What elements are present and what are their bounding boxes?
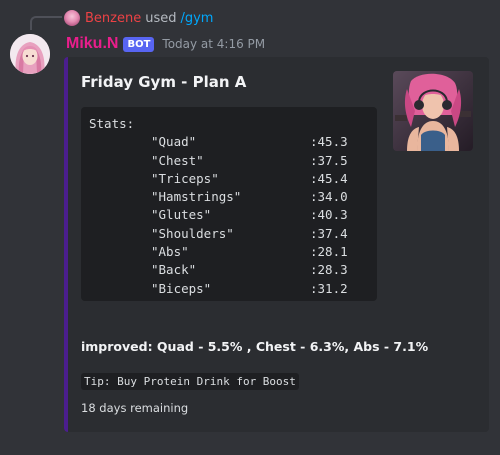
reply-user-avatar[interactable] [64, 10, 80, 26]
reply-connector [30, 16, 62, 30]
gym-embed: Friday Gym - Plan A Stats: "Quad":45.3 … [64, 57, 489, 432]
reply-username[interactable]: Benzene [85, 11, 141, 26]
stat-value: :40.3 [310, 207, 348, 223]
stat-value: :28.1 [310, 244, 348, 260]
stat-row: "Chest" :37.5 [89, 152, 377, 170]
stat-name: "Glutes" [151, 207, 212, 223]
slash-command-link[interactable]: /gym [180, 11, 213, 26]
bot-avatar[interactable] [10, 34, 50, 74]
chat-message-view: Benzene used /gym Miku.N BOT Today at 4:… [0, 0, 500, 455]
stat-name: "Hamstrings" [151, 189, 242, 205]
stat-name: "Back" [151, 262, 197, 278]
stat-row: "Biceps" :31.2 [89, 280, 377, 298]
stat-value: :37.4 [310, 225, 348, 241]
stat-value: :31.2 [310, 280, 348, 296]
stat-row: "Triceps" :45.4 [89, 170, 377, 188]
stats-heading: Stats: [89, 116, 135, 131]
tip-code: Tip: Buy Protein Drink for Boost [81, 373, 299, 390]
embed-title: Friday Gym - Plan A [81, 73, 247, 91]
stat-row: "Shoulders" :37.4 [89, 225, 377, 243]
improved-summary: improved: Quad - 5.5% , Chest - 6.3%, Ab… [81, 339, 429, 354]
stat-name: "Shoulders" [151, 225, 234, 241]
stat-row: "Back" :28.3 [89, 261, 377, 279]
stat-value: :28.3 [310, 262, 348, 278]
stat-row: "Quad" :45.3 [89, 133, 377, 151]
stat-value: :37.5 [310, 152, 348, 168]
stat-row: "Hamstrings" :34.0 [89, 188, 377, 206]
reply-used-text: used [145, 10, 177, 26]
days-remaining: 18 days remaining [81, 401, 189, 415]
stat-row: "Abs" :28.1 [89, 243, 377, 261]
bot-username[interactable]: Miku.N [66, 35, 118, 53]
stats-code-block: Stats: "Quad" :45.3 "Chest" :37.5 "Triceps" :4… [81, 107, 377, 301]
stat-name: "Biceps" [151, 280, 212, 296]
stat-name: "Quad" [151, 134, 197, 150]
stat-name: "Abs" [151, 244, 189, 260]
stat-name: "Triceps" [151, 170, 219, 186]
stat-value: :45.4 [310, 170, 348, 186]
stat-row: "Glutes" :40.3 [89, 206, 377, 224]
stat-value: :34.0 [310, 189, 348, 205]
embed-thumbnail[interactable] [393, 71, 473, 151]
command-reply[interactable]: Benzene used /gym [64, 9, 213, 27]
message-timestamp[interactable]: Today at 4:16 PM [162, 37, 265, 51]
stat-value: :45.3 [310, 134, 348, 150]
message-header: Miku.N BOT Today at 4:16 PM [66, 34, 265, 54]
stat-name: "Chest" [151, 152, 204, 168]
bot-badge: BOT [123, 36, 155, 52]
